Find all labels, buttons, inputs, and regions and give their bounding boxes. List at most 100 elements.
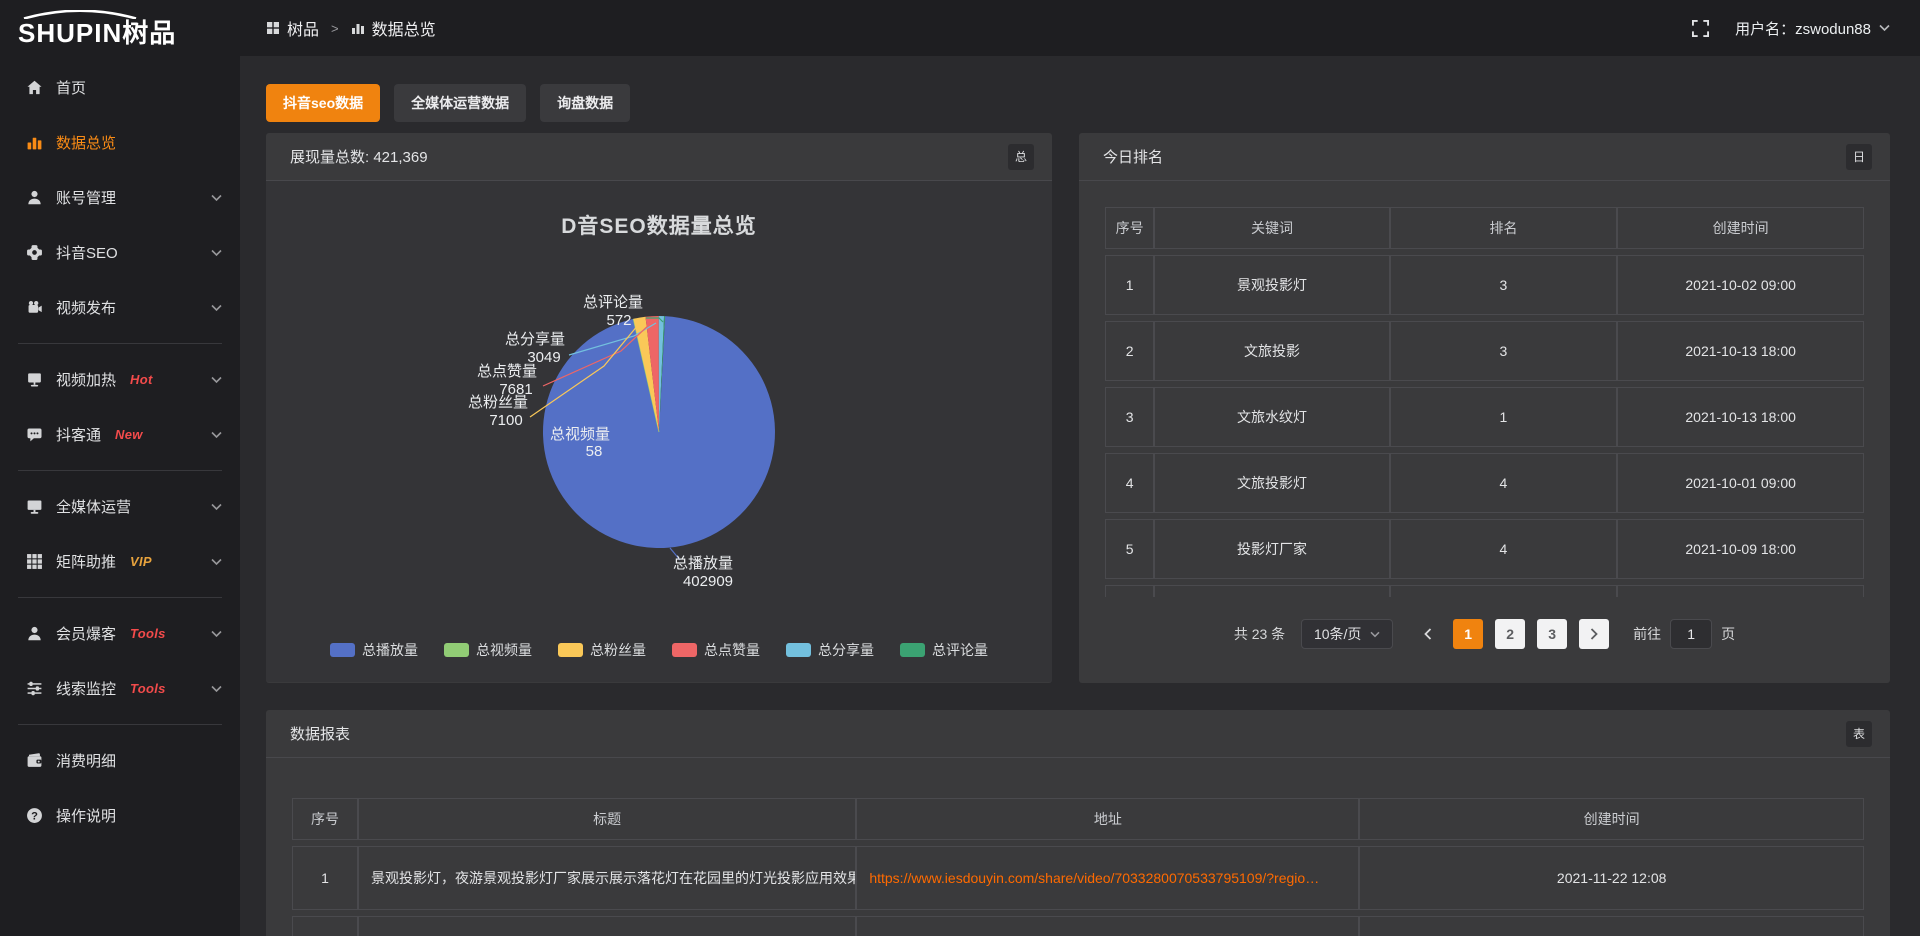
total-badge-button[interactable]: 总 (1008, 144, 1034, 170)
legend-item-shares[interactable]: 总分享量 (786, 640, 874, 660)
logo-text: SHUPIN树品 (18, 20, 240, 46)
sidebar-item-member-burst[interactable]: 会员爆客 Tools (0, 606, 240, 661)
col-keyword: 关键词 (1154, 207, 1389, 249)
legend-swatch (444, 643, 469, 657)
sidebar-item-omnimedia[interactable]: 全媒体运营 (0, 479, 240, 534)
sidebar-item-label: 视频发布 (56, 297, 116, 318)
sidebar-item-instructions[interactable]: ? 操作说明 (0, 788, 240, 843)
sidebar-item-home[interactable]: 首页 (0, 60, 240, 115)
chart-legend: 总播放量 总视频量 总粉丝量 总点赞量 总分享量 总评论量 (266, 640, 1052, 660)
impressions-total-label: 展现量总数: 421,369 (290, 146, 428, 167)
pie-label-shares-name: 总分享量 (505, 331, 565, 348)
user-menu[interactable]: 用户名：zswodun88 (1735, 18, 1890, 39)
fullscreen-icon[interactable] (1692, 20, 1709, 37)
chevron-down-icon (211, 304, 222, 312)
prev-page-button[interactable] (1415, 619, 1441, 649)
page-button-2[interactable]: 2 (1495, 619, 1525, 649)
legend-label: 总播放量 (362, 640, 418, 660)
video-camera-icon (26, 299, 43, 316)
pie-label-fans-value: 7100 (489, 412, 522, 429)
tab-inquiry-data[interactable]: 询盘数据 (540, 84, 630, 122)
page-button-3[interactable]: 3 (1537, 619, 1567, 649)
chevron-down-icon (211, 503, 222, 511)
goto-page-input[interactable] (1670, 619, 1712, 649)
sidebar: 首页 数据总览 账号管理 抖音SEO 视频发布 视频加热 Hot 抖客通 New… (0, 56, 240, 936)
sidebar-item-video-publish[interactable]: 视频发布 (0, 280, 240, 335)
legend-swatch (900, 643, 925, 657)
page-button-1[interactable]: 1 (1453, 619, 1483, 649)
legend-item-videocount[interactable]: 总视频量 (444, 640, 532, 660)
sidebar-divider (18, 470, 222, 471)
col-title: 标题 (358, 798, 856, 840)
sidebar-item-lead-monitor[interactable]: 线索监控 Tools (0, 661, 240, 716)
table-badge-button[interactable]: 表 (1846, 721, 1872, 747)
pie-label-videocount-name: 总视频量 (550, 426, 610, 443)
legend-item-comments[interactable]: 总评论量 (900, 640, 988, 660)
cell-created: 2021-10-01 09:00 (1617, 453, 1864, 513)
sidebar-item-label: 线索监控 (56, 678, 116, 699)
pie-chart: D音SEO数据量总览 总评论量 5 (266, 181, 1052, 682)
sidebar-item-label: 视频加热 (56, 369, 116, 390)
cell-url-link[interactable]: https://www.iesdouyin.com/share/video/70… (856, 846, 1359, 910)
sidebar-item-account[interactable]: 账号管理 (0, 170, 240, 225)
day-badge-button[interactable]: 日 (1846, 144, 1872, 170)
sidebar-divider (18, 343, 222, 344)
breadcrumb: 树品 > 数据总览 (266, 16, 436, 40)
legend-item-likes[interactable]: 总点赞量 (672, 640, 760, 660)
sidebar-item-label: 首页 (56, 77, 86, 98)
chevron-down-icon (1879, 24, 1890, 32)
breadcrumb-current[interactable]: 数据总览 (351, 16, 436, 40)
goto-unit: 页 (1721, 624, 1735, 644)
username-label: 用户名：zswodun88 (1735, 18, 1871, 39)
table-row: 3 文旅水纹灯 1 2021-10-13 18:00 (1105, 387, 1864, 447)
legend-label: 总评论量 (932, 640, 988, 660)
page-size-select[interactable]: 10条/页 (1301, 619, 1393, 649)
vip-badge: VIP (130, 554, 152, 569)
chevron-down-icon (211, 194, 222, 202)
topbar-right: 用户名：zswodun88 (1692, 18, 1920, 39)
sidebar-item-douyin-seo[interactable]: 抖音SEO (0, 225, 240, 280)
bar-chart-icon (26, 134, 43, 151)
pie-label-playcount-value: 402909 (683, 573, 733, 590)
legend-item-playcount[interactable]: 总播放量 (330, 640, 418, 660)
legend-label: 总粉丝量 (590, 640, 646, 660)
cell-created: 2021-10-13 18:00 (1617, 321, 1864, 381)
cell-keyword: 文旅投影 (1154, 321, 1389, 381)
tab-omnimedia-data[interactable]: 全媒体运营数据 (394, 84, 526, 122)
sidebar-item-data-overview[interactable]: 数据总览 (0, 115, 240, 170)
report-title: 数据报表 (290, 723, 350, 744)
breadcrumb-root[interactable]: 树品 (266, 16, 319, 40)
cell-title: 景观投影灯，夜游景观投影灯厂家展示展示落花灯在花园里的灯光投影应用效果 # (358, 846, 856, 910)
legend-swatch (330, 643, 355, 657)
tab-douyin-seo-data[interactable]: 抖音seo数据 (266, 84, 380, 122)
sidebar-item-label: 会员爆客 (56, 623, 116, 644)
next-page-button[interactable] (1579, 619, 1609, 649)
pie-label-fans-name: 总粉丝量 (468, 394, 528, 411)
col-created: 创建时间 (1359, 798, 1864, 840)
sidebar-item-expense-detail[interactable]: 消费明细 (0, 733, 240, 788)
breadcrumb-root-label: 树品 (287, 16, 319, 40)
table-header-row: 序号 标题 地址 创建时间 (292, 798, 1864, 840)
chevron-left-icon (1424, 628, 1432, 640)
sidebar-divider (18, 724, 222, 725)
table-row-partial (1105, 585, 1864, 597)
ranking-panel-header: 今日排名 日 (1079, 133, 1890, 181)
cell-no: 1 (1105, 255, 1154, 315)
monitor-icon (26, 498, 43, 515)
legend-swatch (786, 643, 811, 657)
report-panel-header: 数据报表 表 (266, 710, 1890, 758)
data-tabs: 抖音seo数据 全媒体运营数据 询盘数据 (266, 84, 1890, 122)
sidebar-item-label: 账号管理 (56, 187, 116, 208)
question-icon: ? (26, 807, 43, 824)
sidebar-item-label: 操作说明 (56, 805, 116, 826)
tools-badge: Tools (130, 681, 166, 696)
sidebar-item-doukotong[interactable]: 抖客通 New (0, 407, 240, 462)
legend-item-fans[interactable]: 总粉丝量 (558, 640, 646, 660)
sidebar-divider (18, 597, 222, 598)
sidebar-item-matrix-boost[interactable]: 矩阵助推 VIP (0, 534, 240, 589)
legend-label: 总点赞量 (704, 640, 760, 660)
sidebar-item-video-boost[interactable]: 视频加热 Hot (0, 352, 240, 407)
hot-badge: Hot (130, 372, 153, 387)
pie-label-likes-name: 总点赞量 (477, 363, 537, 380)
chevron-down-icon (211, 431, 222, 439)
